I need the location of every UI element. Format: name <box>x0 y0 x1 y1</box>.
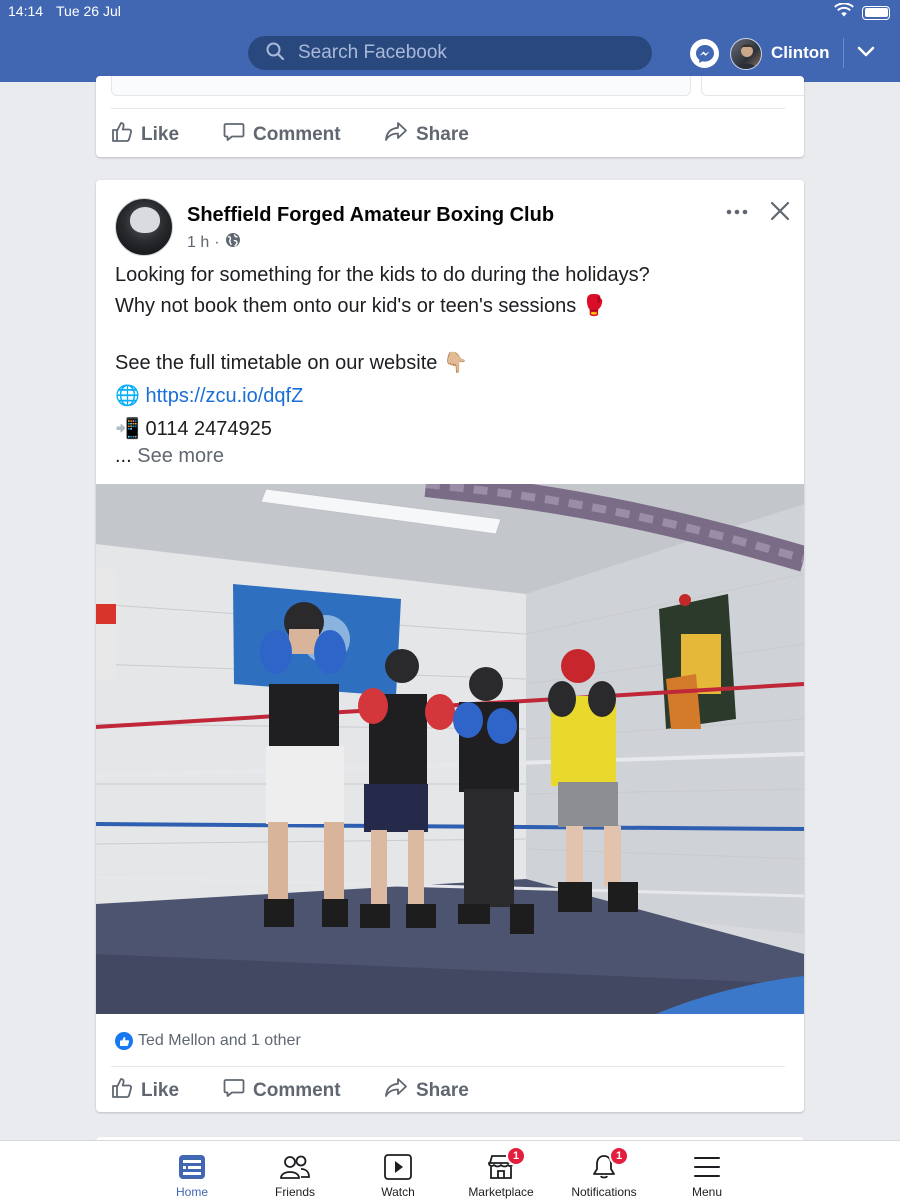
globe-emoji: 🌐 <box>115 385 140 407</box>
search-placeholder: Search Facebook <box>298 42 447 63</box>
divider <box>111 108 785 109</box>
share-label: Share <box>416 1080 469 1101</box>
user-avatar[interactable] <box>730 38 762 70</box>
reactions-text: Ted Mellon and 1 other <box>138 1032 301 1049</box>
post-link[interactable]: https://zcu.io/dqfZ <box>145 385 303 407</box>
globe-icon <box>225 232 241 253</box>
page-avatar[interactable] <box>115 198 173 256</box>
thumbs-up-icon <box>111 121 133 149</box>
phone-emoji: 📲 <box>115 418 140 440</box>
post-photo[interactable] <box>96 484 804 1014</box>
share-label: Share <box>416 124 469 145</box>
like-label: Like <box>141 1080 180 1101</box>
tab-watch[interactable]: Watch <box>348 1141 448 1200</box>
comment-button[interactable]: Comment <box>223 120 384 150</box>
meta-separator: · <box>214 233 220 251</box>
previous-post-card: Like Comment Share <box>96 76 804 157</box>
hamburger-menu-icon <box>692 1152 722 1182</box>
tab-notifications[interactable]: 1 Notifications <box>554 1141 654 1200</box>
tab-menu[interactable]: Menu <box>657 1141 757 1200</box>
share-icon <box>384 1077 408 1105</box>
see-more-link[interactable]: ... See more <box>115 445 224 468</box>
like-reaction-icon <box>115 1032 133 1050</box>
tab-label: Friends <box>274 1185 315 1199</box>
post-actions: Like Comment Share <box>111 1076 469 1106</box>
post-phone-line: 📲 0114 2474925 <box>115 416 272 441</box>
home-feed-icon <box>177 1152 207 1182</box>
marketplace-icon: 1 <box>486 1146 526 1182</box>
comment-icon <box>223 1077 245 1105</box>
comment-icon <box>223 121 245 149</box>
tab-label: Watch <box>381 1185 415 1199</box>
comment-button[interactable]: Comment <box>223 1076 384 1106</box>
thumbs-up-icon <box>111 1077 133 1105</box>
divider <box>111 1066 785 1067</box>
see-more-ellipsis: ... <box>115 445 132 467</box>
user-name[interactable]: Clinton <box>771 43 830 63</box>
previous-post-link-preview-2[interactable] <box>701 76 804 96</box>
previous-post-actions: Like Comment Share <box>111 120 469 150</box>
bottom-tab-bar: Home Friends Watch 1 Marketplace 1 Notif… <box>0 1140 900 1200</box>
messenger-icon[interactable] <box>690 39 719 68</box>
more-options-icon[interactable] <box>726 202 748 227</box>
tab-marketplace[interactable]: 1 Marketplace <box>451 1141 551 1200</box>
notifications-badge: 1 <box>609 1146 629 1166</box>
reactions-summary[interactable]: Ted Mellon and 1 other <box>115 1032 301 1050</box>
page-name[interactable]: Sheffield Forged Amateur Boxing Club <box>187 204 554 227</box>
post-text-line: See the full timetable on our website 👇🏼 <box>115 352 468 374</box>
previous-post-link-preview[interactable] <box>111 76 691 96</box>
post-text-line: Why not book them onto our kid's or teen… <box>115 295 607 317</box>
status-time: 14:14 <box>8 3 44 19</box>
friends-icon <box>280 1152 310 1182</box>
bell-icon: 1 <box>589 1146 629 1182</box>
wifi-icon <box>834 2 854 22</box>
chevron-down-icon[interactable] <box>856 44 876 65</box>
tab-label: Home <box>175 1185 208 1199</box>
search-input[interactable]: Search Facebook <box>248 36 652 70</box>
like-label: Like <box>141 124 180 145</box>
share-button[interactable]: Share <box>384 120 469 150</box>
battery-icon <box>862 5 890 20</box>
like-button[interactable]: Like <box>111 1076 223 1106</box>
search-icon <box>266 42 285 65</box>
tab-label: Notifications <box>571 1185 637 1199</box>
like-button[interactable]: Like <box>111 120 223 150</box>
post-time[interactable]: 1 h <box>187 234 209 252</box>
status-icons <box>834 2 890 22</box>
comment-label: Comment <box>253 124 341 145</box>
marketplace-badge: 1 <box>506 1146 526 1166</box>
see-more-label: See more <box>137 445 224 467</box>
top-header: 14:14 Tue 26 Jul Search Facebook Clinton <box>0 0 900 82</box>
header-divider <box>843 38 844 68</box>
post-text-line: Looking for something for the kids to do… <box>115 264 650 286</box>
post-meta: 1 h · <box>187 232 241 253</box>
post-phone[interactable]: 0114 2474925 <box>145 418 271 440</box>
post-link-line: 🌐 https://zcu.io/dqfZ <box>115 383 303 408</box>
share-icon <box>384 121 408 149</box>
tab-label: Marketplace <box>468 1185 534 1199</box>
status-date: Tue 26 Jul <box>56 3 121 19</box>
tab-home[interactable]: Home <box>142 1141 242 1200</box>
close-icon[interactable] <box>769 200 791 227</box>
tab-friends[interactable]: Friends <box>245 1141 345 1200</box>
post-card: Sheffield Forged Amateur Boxing Club 1 h… <box>96 180 804 1112</box>
comment-label: Comment <box>253 1080 341 1101</box>
share-button[interactable]: Share <box>384 1076 469 1106</box>
watch-play-icon <box>383 1152 413 1182</box>
tab-label: Menu <box>691 1185 723 1199</box>
